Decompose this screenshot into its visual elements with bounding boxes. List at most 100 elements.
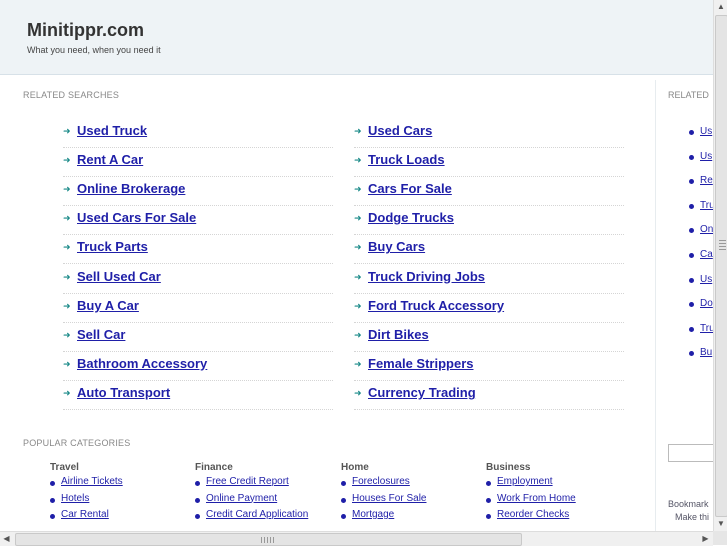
category-item: Houses For Sale	[341, 493, 481, 510]
sidebar-link[interactable]: Do	[700, 298, 713, 309]
bullet-icon	[486, 514, 491, 519]
related-link[interactable]: Truck Parts	[77, 239, 148, 254]
sidebar-link[interactable]: Us	[700, 126, 712, 137]
sidebar-link[interactable]: Tru	[700, 200, 713, 211]
related-link[interactable]: Currency Trading	[368, 385, 476, 400]
related-link-row: ➜ Dodge Trucks	[354, 205, 624, 236]
related-link[interactable]: Sell Used Car	[77, 269, 161, 284]
arrow-icon: ➜	[63, 155, 71, 166]
category-item: Work From Home	[486, 493, 626, 510]
arrow-icon: ➜	[354, 242, 362, 253]
bullet-icon	[341, 514, 346, 519]
scroll-left-icon[interactable]: ◀	[0, 533, 13, 545]
bookmark-text[interactable]: Bookmark	[668, 499, 709, 509]
related-link-row: ➜ Dirt Bikes	[354, 322, 624, 352]
related-link[interactable]: Auto Transport	[77, 385, 170, 400]
bullet-icon	[689, 203, 694, 209]
vertical-scroll-thumb[interactable]	[715, 15, 727, 517]
category-heading: Home	[341, 462, 369, 473]
category-link[interactable]: Free Credit Report	[206, 476, 289, 487]
category-item: Mortgage	[341, 509, 481, 526]
related-link[interactable]: Online Brokerage	[77, 181, 185, 196]
related-link-row: ➜ Bathroom Accessory	[63, 351, 333, 381]
arrow-icon: ➜	[354, 387, 362, 398]
category-link[interactable]: Employment	[497, 476, 553, 487]
popular-categories-label: POPULAR CATEGORIES	[23, 438, 131, 448]
arrow-icon: ➜	[354, 126, 362, 136]
related-link-row: ➜ Used Cars For Sale	[63, 205, 333, 236]
vertical-scrollbar[interactable]: ▲ ▼	[713, 0, 727, 531]
scroll-down-icon[interactable]: ▼	[715, 517, 727, 530]
sidebar-search-input[interactable]	[668, 444, 713, 462]
site-title[interactable]: Minitippr.com	[27, 20, 144, 41]
sidebar-link[interactable]: Ca	[700, 249, 713, 260]
related-link-row: ➜ Used Truck	[63, 118, 333, 148]
arrow-icon: ➜	[63, 329, 71, 340]
category-heading: Finance	[195, 462, 233, 473]
sidebar-link[interactable]: On	[700, 224, 713, 235]
category-link[interactable]: Hotels	[61, 493, 89, 504]
bullet-icon	[689, 302, 694, 308]
bullet-icon	[689, 179, 694, 185]
arrow-icon: ➜	[63, 242, 71, 253]
horizontal-scrollbar[interactable]: ◀ ▶	[0, 531, 713, 546]
related-link[interactable]: Dodge Trucks	[368, 210, 454, 225]
category-item: Employment	[486, 476, 626, 493]
sidebar-link[interactable]: Re	[700, 175, 713, 186]
bullet-icon	[50, 514, 55, 519]
make-homepage-text[interactable]: Make thi	[675, 512, 709, 522]
related-link[interactable]: Rent A Car	[77, 152, 143, 167]
sidebar-link[interactable]: Us	[700, 274, 712, 285]
arrow-icon: ➜	[354, 271, 362, 282]
related-link-row: ➜ Sell Car	[63, 322, 333, 352]
grip-icon	[719, 240, 726, 252]
related-link[interactable]: Ford Truck Accessory	[368, 298, 504, 313]
related-link[interactable]: Buy Cars	[368, 239, 425, 254]
scroll-up-icon[interactable]: ▲	[715, 0, 727, 13]
category-column: Travel Airline Tickets Hotels Car Rental	[50, 462, 190, 526]
arrow-icon: ➜	[63, 184, 71, 195]
bullet-icon	[689, 253, 694, 258]
related-link[interactable]: Sell Car	[77, 327, 125, 342]
bullet-icon	[689, 228, 694, 234]
category-link[interactable]: Reorder Checks	[497, 509, 569, 520]
category-item: Free Credit Report	[195, 476, 335, 493]
related-link[interactable]: Used Cars	[368, 123, 432, 138]
category-link[interactable]: Work From Home	[497, 493, 576, 504]
related-link[interactable]: Female Strippers	[368, 356, 474, 371]
category-link[interactable]: Credit Card Application	[206, 509, 308, 520]
related-link[interactable]: Cars For Sale	[368, 181, 452, 196]
related-link[interactable]: Buy A Car	[77, 298, 139, 313]
related-link[interactable]: Used Cars For Sale	[77, 210, 196, 225]
header: Minitippr.com What you need, when you ne…	[0, 0, 713, 75]
related-link-row: ➜ Cars For Sale	[354, 176, 624, 207]
category-link[interactable]: Airline Tickets	[61, 476, 123, 487]
category-item: Hotels	[50, 493, 190, 510]
bullet-icon	[50, 497, 55, 503]
sidebar-link[interactable]: Us	[700, 151, 712, 162]
arrow-icon: ➜	[63, 300, 71, 311]
related-link[interactable]: Bathroom Accessory	[77, 356, 207, 371]
scroll-right-icon[interactable]: ▶	[699, 533, 712, 545]
related-link[interactable]: Truck Driving Jobs	[368, 269, 485, 284]
sidebar-link[interactable]: Tru	[700, 323, 713, 334]
arrow-icon: ➜	[354, 213, 362, 224]
category-link[interactable]: Houses For Sale	[352, 493, 426, 504]
category-link[interactable]: Mortgage	[352, 509, 394, 520]
related-link-row: ➜ Online Brokerage	[63, 176, 333, 207]
category-item: Car Rental	[50, 509, 190, 526]
category-link[interactable]: Online Payment	[206, 493, 277, 504]
related-link[interactable]: Truck Loads	[368, 152, 445, 167]
tagline: What you need, when you need it	[27, 45, 161, 55]
bullet-icon	[689, 130, 694, 135]
category-link[interactable]: Car Rental	[61, 509, 109, 520]
related-link-row: ➜ Currency Trading	[354, 380, 624, 410]
category-link[interactable]: Foreclosures	[352, 476, 410, 487]
right-sidebar: RELATED Us Us Re Tru On Ca Us Do Tru Bu Bookmark …	[656, 80, 713, 531]
related-link[interactable]: Used Truck	[77, 123, 147, 138]
related-link[interactable]: Dirt Bikes	[368, 327, 429, 342]
related-link-row: ➜ Ford Truck Accessory	[354, 293, 624, 323]
bullet-icon	[195, 514, 200, 519]
horizontal-scroll-thumb[interactable]	[15, 533, 522, 546]
sidebar-link[interactable]: Bu	[700, 347, 712, 358]
